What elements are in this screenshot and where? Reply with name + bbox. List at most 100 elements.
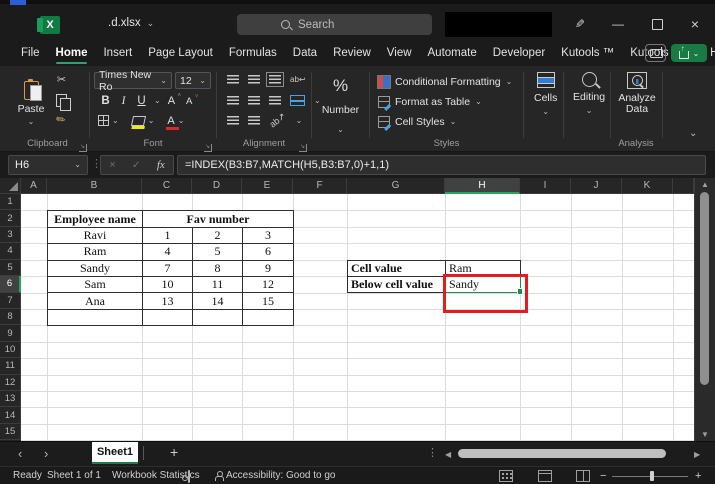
cell-styles-button[interactable]: Cell Styles ⌄: [378, 113, 456, 130]
cell[interactable]: Sandy: [48, 261, 143, 277]
share-button[interactable]: ⌄: [671, 44, 707, 62]
cell[interactable]: Fav number: [143, 211, 294, 227]
cell[interactable]: 11: [193, 277, 243, 293]
borders-icon[interactable]: [98, 115, 109, 126]
row-header-12[interactable]: 12: [0, 375, 21, 391]
ink-pen-icon[interactable]: ✎: [568, 12, 592, 36]
cell[interactable]: 6: [243, 244, 294, 260]
fill-color-icon[interactable]: [131, 116, 146, 126]
font-name-combo[interactable]: Times New Ro ⌄: [94, 72, 172, 89]
cell[interactable]: 3: [243, 228, 294, 244]
search-box[interactable]: Search: [237, 14, 432, 35]
sheet-nav-left-icon[interactable]: ‹: [18, 446, 22, 462]
ribbon-tab-page-layout[interactable]: Page Layout: [140, 41, 221, 66]
column-header-J[interactable]: J: [571, 178, 622, 194]
normal-view-button[interactable]: [499, 470, 513, 482]
row-header-7[interactable]: 7: [0, 293, 21, 309]
minimize-button[interactable]: —: [606, 12, 630, 36]
vertical-scroll-thumb[interactable]: [700, 192, 709, 385]
row-header-6[interactable]: 6: [0, 276, 21, 292]
cell[interactable]: [48, 310, 143, 326]
clipboard-dialog-launcher-icon[interactable]: ↘: [79, 144, 87, 152]
cell[interactable]: Below cell value: [348, 277, 446, 293]
ribbon-tab-file[interactable]: File: [13, 41, 48, 66]
cell[interactable]: Ana: [48, 293, 143, 309]
align-middle-icon[interactable]: [248, 75, 260, 84]
cell[interactable]: [143, 310, 193, 326]
align-right-icon[interactable]: [269, 96, 281, 105]
grow-font-button[interactable]: A˄: [168, 95, 175, 107]
cell[interactable]: Sandy: [446, 277, 521, 293]
row-header-9[interactable]: 9: [0, 325, 21, 341]
ribbon-tab-review[interactable]: Review: [325, 41, 379, 66]
column-header-F[interactable]: F: [293, 178, 347, 194]
accessibility-status[interactable]: Accessibility: Good to go: [226, 470, 336, 481]
number-group[interactable]: % Number ⌄: [314, 66, 367, 152]
alignment-dialog-launcher-icon[interactable]: ↘: [299, 144, 307, 152]
comments-button[interactable]: [645, 44, 666, 62]
cell[interactable]: 12: [243, 277, 294, 293]
font-size-combo[interactable]: 12 ⌄: [175, 72, 211, 89]
row-header-13[interactable]: 13: [0, 391, 21, 407]
decrease-indent-icon[interactable]: [227, 116, 239, 125]
copy-icon[interactable]: [56, 94, 67, 107]
scroll-up-icon[interactable]: ▲: [695, 180, 715, 189]
editing-button[interactable]: Editing ⌄: [573, 72, 605, 115]
cell[interactable]: 15: [243, 293, 294, 309]
format-as-table-button[interactable]: Format as Table ⌄: [378, 93, 482, 110]
cell[interactable]: Ram: [48, 244, 143, 260]
cell[interactable]: 5: [193, 244, 243, 260]
ribbon-tab-data[interactable]: Data: [285, 41, 325, 66]
cancel-icon[interactable]: ×: [109, 159, 115, 171]
column-header-B[interactable]: B: [47, 178, 142, 194]
insert-function-icon[interactable]: fx: [157, 159, 165, 171]
align-left-icon[interactable]: [227, 96, 239, 105]
paste-button[interactable]: Paste ⌄: [12, 72, 50, 134]
merge-center-icon[interactable]: [290, 95, 305, 106]
cell[interactable]: 4: [143, 244, 193, 260]
select-all-button[interactable]: [0, 178, 21, 194]
cell[interactable]: 7: [143, 261, 193, 277]
collapse-ribbon-icon[interactable]: ⌄: [689, 128, 697, 139]
font-dialog-launcher-icon[interactable]: ↘: [204, 144, 212, 152]
analyze-data-button[interactable]: Analyze Data: [615, 72, 659, 115]
font-color-icon[interactable]: A: [167, 116, 174, 126]
row-header-11[interactable]: 11: [0, 358, 21, 374]
column-header-A[interactable]: A: [21, 178, 47, 194]
sheet-tab-sheet1[interactable]: Sheet1: [92, 442, 138, 464]
hscroll-right-icon[interactable]: ▶: [694, 450, 700, 459]
maximize-button[interactable]: [645, 12, 669, 36]
chevron-down-icon[interactable]: ⌄: [296, 117, 303, 125]
column-header-C[interactable]: C: [142, 178, 192, 194]
column-header-K[interactable]: K: [622, 178, 673, 194]
wrap-text-icon[interactable]: ab↩: [290, 76, 306, 84]
cell[interactable]: 2: [193, 228, 243, 244]
row-header-3[interactable]: 3: [0, 227, 21, 243]
ribbon-tab-automate[interactable]: Automate: [420, 41, 485, 66]
cut-icon[interactable]: ✂: [57, 74, 66, 87]
row-header-15[interactable]: 15: [0, 424, 21, 440]
tabbar-dots-icon[interactable]: ⋮: [427, 446, 438, 459]
cell[interactable]: Ram: [446, 261, 521, 277]
horizontal-scroll-thumb[interactable]: [458, 449, 666, 458]
ribbon-tab-home[interactable]: Home: [48, 41, 96, 66]
cell[interactable]: Cell value: [348, 261, 446, 277]
page-break-view-button[interactable]: [576, 470, 590, 482]
name-box[interactable]: H6 ⌄: [8, 155, 88, 175]
column-header-G[interactable]: G: [347, 178, 445, 194]
shrink-font-button[interactable]: A˅: [186, 96, 192, 107]
cell[interactable]: Sam: [48, 277, 143, 293]
display-settings-icon[interactable]: [188, 470, 190, 483]
cell[interactable]: Employee name: [48, 211, 143, 227]
align-top-icon[interactable]: [227, 75, 239, 84]
chevron-down-icon[interactable]: ⌄: [148, 117, 155, 125]
ribbon-tab-developer[interactable]: Developer: [485, 41, 553, 66]
cell[interactable]: 10: [143, 277, 193, 293]
underline-button[interactable]: U: [136, 95, 147, 107]
cell[interactable]: [243, 310, 294, 326]
row-header-4[interactable]: 4: [0, 243, 21, 259]
align-center-icon[interactable]: [248, 96, 260, 105]
row-header-1[interactable]: 1: [0, 194, 21, 210]
bold-button[interactable]: B: [100, 95, 111, 107]
row-header-8[interactable]: 8: [0, 309, 21, 325]
